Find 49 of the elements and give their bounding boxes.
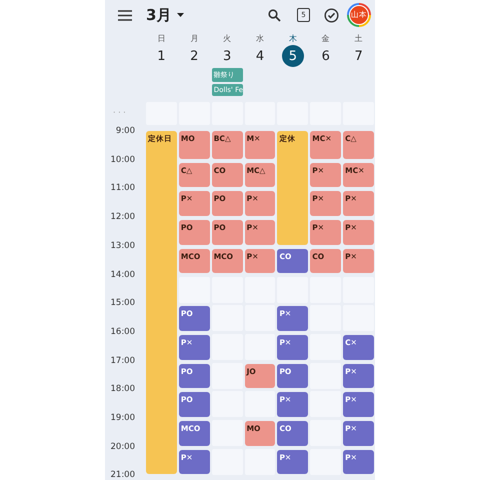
- date-button[interactable]: 4: [249, 45, 271, 67]
- hour-label: 11:00: [110, 182, 135, 194]
- time-slot[interactable]: [310, 391, 342, 418]
- hour-label: 10:00: [110, 154, 135, 166]
- weekday-label: 火: [223, 33, 232, 44]
- hour-label: 19:00: [110, 412, 135, 424]
- time-slot[interactable]: [212, 448, 243, 475]
- weekday-label: 月: [190, 33, 198, 44]
- hour-label: 16:00: [110, 326, 135, 338]
- hour-label: 20:00: [110, 440, 135, 453]
- weekday-label: 水: [256, 33, 264, 44]
- hour-label: 21:00: [110, 469, 135, 480]
- time-slot[interactable]: [178, 276, 210, 302]
- time-slot[interactable]: [244, 305, 276, 332]
- time-slot[interactable]: [212, 334, 243, 360]
- date-button[interactable]: 7: [348, 45, 370, 67]
- search-icon[interactable]: [268, 8, 281, 22]
- month-dropdown[interactable]: 3月: [146, 6, 184, 24]
- time-slot[interactable]: [244, 391, 276, 418]
- hour-label: 17:00: [110, 354, 135, 367]
- date-button[interactable]: 6: [314, 45, 337, 67]
- collapsed-hours-label: · · ·: [112, 107, 127, 117]
- time-slot[interactable]: [244, 448, 276, 475]
- time-slot[interactable]: [212, 391, 243, 418]
- time-slot[interactable]: [212, 305, 243, 332]
- date-button[interactable]: 5: [282, 45, 304, 67]
- hour-label: 14:00: [110, 268, 135, 280]
- time-slot[interactable]: [310, 420, 342, 446]
- hour-label: 18:00: [110, 383, 135, 396]
- hour-label: 13:00: [110, 240, 135, 252]
- time-slot[interactable]: [310, 362, 342, 389]
- check-circle-icon[interactable]: [324, 8, 339, 22]
- caret-icon: [177, 13, 184, 17]
- time-slot[interactable]: [310, 448, 342, 475]
- date-button[interactable]: 1: [150, 45, 172, 67]
- hour-label: 12:00: [110, 211, 135, 224]
- weekday-label: 土: [354, 33, 363, 44]
- weekday-label: 金: [322, 33, 330, 44]
- date-button[interactable]: 2: [183, 45, 206, 67]
- time-slot[interactable]: [310, 334, 342, 360]
- weekday-label: 日: [157, 33, 166, 44]
- menu-icon[interactable]: [118, 10, 132, 20]
- date-button[interactable]: 3: [216, 45, 238, 67]
- hour-label: 9:00: [116, 125, 135, 137]
- weekday-label: 木: [288, 33, 297, 44]
- time-slot[interactable]: [212, 420, 243, 446]
- time-slot[interactable]: [244, 334, 276, 360]
- hour-label: 15:00: [110, 297, 135, 310]
- time-slot[interactable]: [212, 362, 243, 389]
